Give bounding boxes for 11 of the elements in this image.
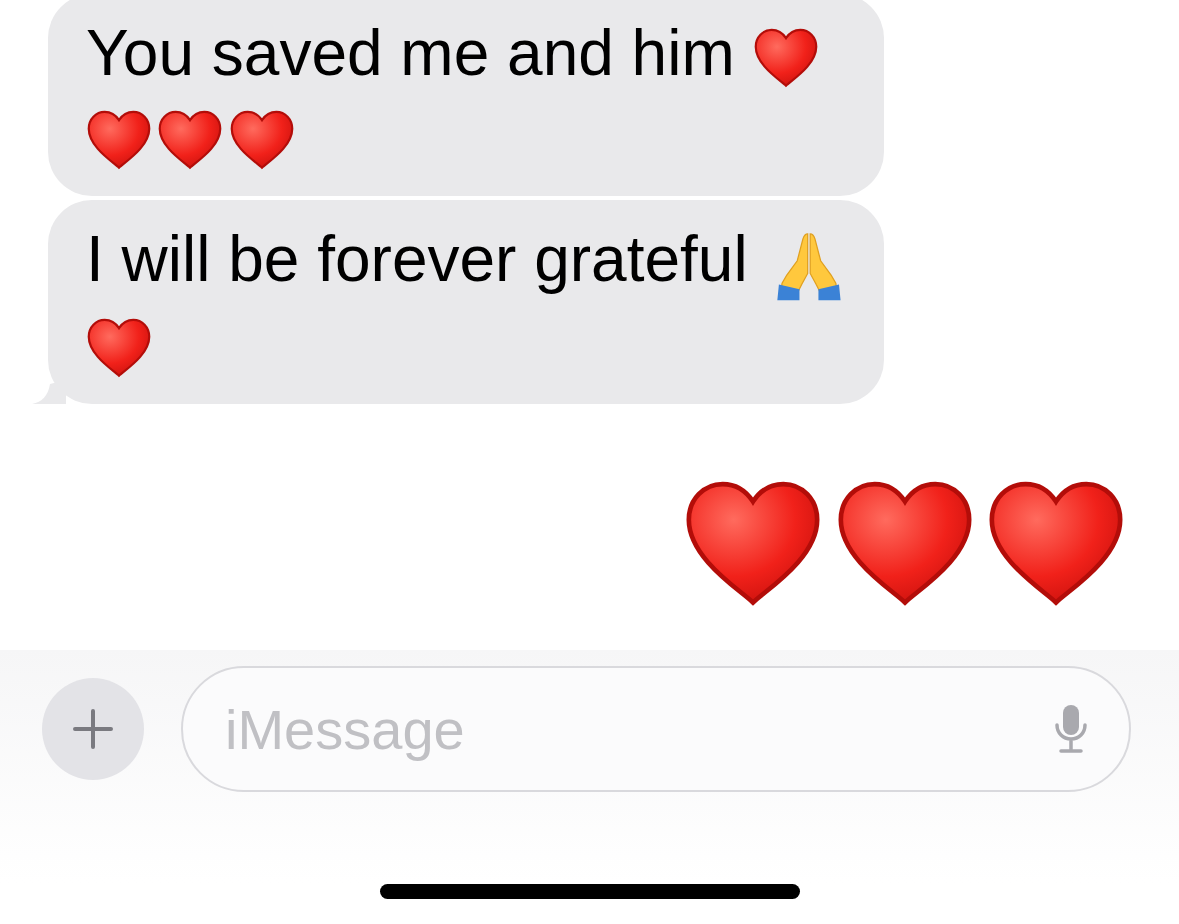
plus-icon [73, 709, 113, 749]
heart-icon [228, 110, 295, 170]
heart-icon [752, 28, 819, 88]
message-text: You saved me and him [86, 17, 735, 89]
message-text: I will be forever grateful [86, 223, 748, 295]
heart-icon [157, 110, 224, 170]
microphone-icon[interactable] [1053, 703, 1089, 755]
message-input[interactable]: iMessage [223, 695, 1053, 763]
message-field[interactable]: iMessage [181, 666, 1131, 792]
heart-icon [86, 110, 152, 170]
heart-icon [86, 318, 152, 378]
